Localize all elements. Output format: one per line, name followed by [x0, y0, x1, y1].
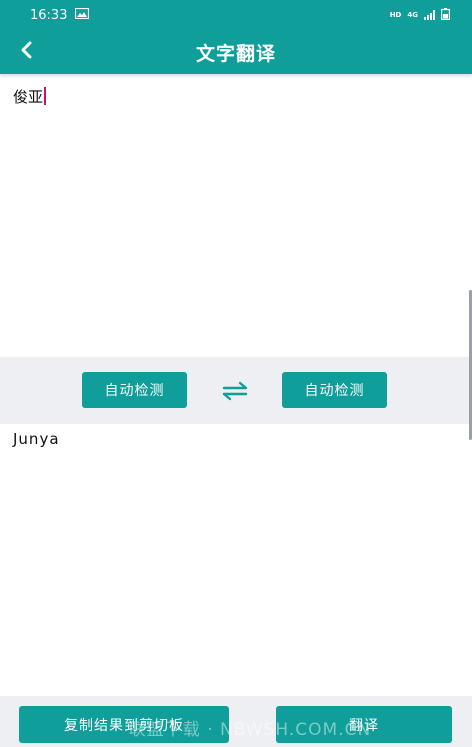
status-time: 16:33 [30, 7, 68, 23]
signal-icon [424, 10, 435, 20]
page-title: 文字翻译 [195, 42, 276, 65]
bottom-bar: 复制结果到剪切板 翻译 [0, 696, 472, 747]
translate-button[interactable]: 翻译 [276, 706, 452, 743]
chevron-left-icon [19, 41, 33, 63]
back-button[interactable] [12, 36, 40, 68]
source-text-input[interactable]: 俊亚 [0, 80, 472, 356]
output-text: Junya [13, 430, 60, 448]
copy-result-button[interactable]: 复制结果到剪切板 [19, 706, 229, 743]
source-language-button[interactable]: 自动检测 [82, 372, 187, 408]
battery-icon [441, 8, 451, 22]
target-language-button[interactable]: 自动检测 [282, 372, 387, 408]
swap-languages-button[interactable] [220, 379, 250, 403]
hd-label: HD [389, 11, 402, 19]
translation-output: Junya [0, 424, 472, 696]
language-controls: 自动检测 自动检测 [0, 357, 472, 424]
status-right: HD 4G [389, 8, 451, 22]
status-bar: 16:33 HD 4G [0, 0, 472, 30]
swap-arrows-icon [220, 381, 250, 407]
text-caret [44, 87, 47, 105]
app-bar: 文字翻译 [0, 30, 472, 74]
image-icon [75, 7, 90, 23]
network-label: 4G [407, 11, 418, 19]
status-left: 16:33 [30, 7, 90, 23]
source-text: 俊亚 [13, 88, 44, 106]
